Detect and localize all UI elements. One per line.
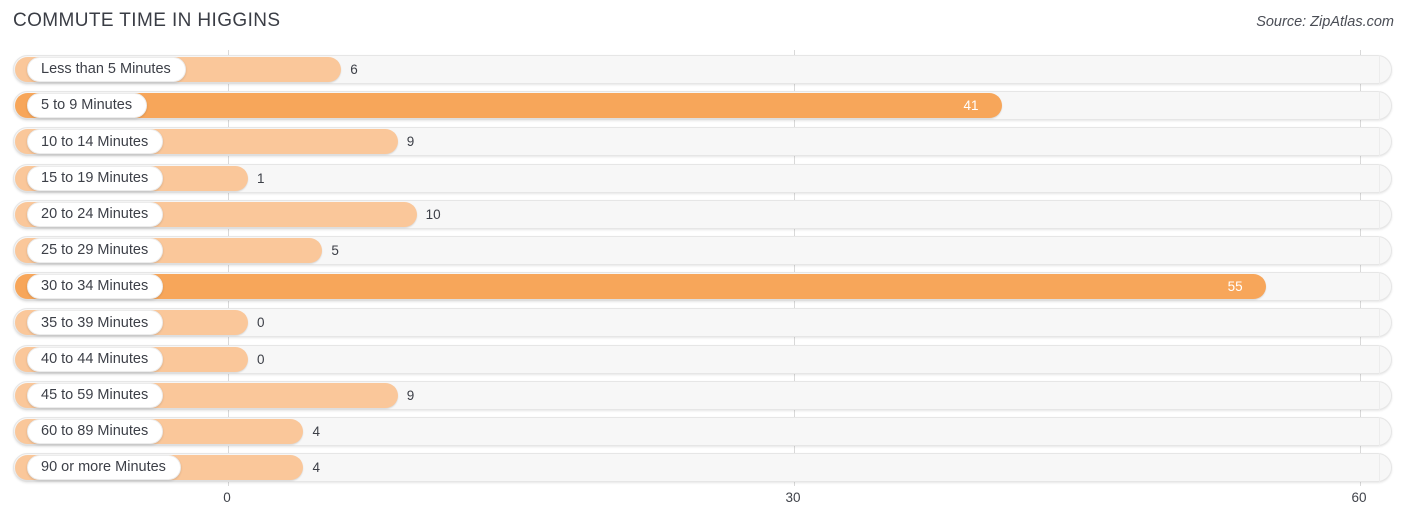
bar-category-label-text: 20 to 24 Minutes [41, 206, 149, 223]
x-axis-tick-label: 60 [1351, 490, 1367, 505]
page-title: COMMUTE TIME IN HIGGINS [13, 10, 281, 31]
bar-value-label: 9 [406, 387, 415, 403]
bar-row[interactable]: 20 to 24 Minutes 10 [13, 199, 1392, 229]
bar-row[interactable]: 30 to 34 Minutes 55 [13, 272, 1392, 302]
x-axis-tick-label: 30 [785, 490, 801, 505]
bar-category-label-text: 10 to 14 Minutes [41, 133, 149, 150]
bar-category-label: 45 to 59 Minutes [27, 382, 164, 408]
bar-value-label: 9 [406, 134, 415, 150]
bar-value-label: 4 [312, 424, 320, 439]
bar-value-label: 5 [331, 243, 339, 258]
bar-value-label: 1 [257, 170, 265, 186]
bar-row[interactable]: 35 to 39 Minutes 0 [13, 308, 1392, 338]
bar-category-label-text: 35 to 39 Minutes [41, 314, 149, 331]
bar-category-label-text: 90 or more Minutes [41, 459, 166, 476]
bar-category-label: 40 to 44 Minutes [27, 346, 164, 372]
bar-category-label-text: 25 to 29 Minutes [41, 242, 149, 259]
track-end-cap [1379, 199, 1392, 229]
bar-category-label: 10 to 14 Minutes [27, 129, 164, 155]
track-end-cap [1379, 55, 1392, 84]
track-end-cap [1379, 127, 1392, 157]
track-end-cap [1379, 308, 1392, 338]
track-end-cap [1379, 91, 1392, 121]
bar-value-label: 10 [425, 206, 441, 222]
bar-category-label: 25 to 29 Minutes [27, 238, 164, 263]
bar-value-label: 41 [963, 98, 979, 114]
track-end-cap [1379, 453, 1392, 483]
bar-category-label: 15 to 19 Minutes [27, 165, 164, 191]
track-end-cap [1379, 417, 1392, 446]
bar-category-label-text: 30 to 34 Minutes [41, 278, 149, 295]
bar-row[interactable]: 10 to 14 Minutes 9 [13, 127, 1392, 157]
x-axis-tick-label: 0 [223, 490, 231, 505]
bar-category-label-text: 15 to 19 Minutes [41, 169, 149, 186]
chart-plot-area: Less than 5 Minutes 6 5 to 9 Minutes 41 10 t… [0, 50, 1406, 486]
bar-category-label-text: Less than 5 Minutes [41, 61, 171, 78]
bar-row[interactable]: 45 to 59 Minutes 9 [13, 380, 1392, 410]
bar-category-label: 90 or more Minutes [27, 455, 181, 481]
bar-category-label-text: 60 to 89 Minutes [41, 423, 149, 440]
bar-fill [15, 274, 1266, 300]
bar-value-label: 0 [257, 315, 265, 331]
bar-row[interactable]: Less than 5 Minutes 6 [13, 55, 1392, 84]
track-end-cap [1379, 163, 1392, 193]
x-axis: 0 30 60 [0, 486, 1406, 524]
bar-value-label: 55 [1227, 279, 1243, 295]
bar-value-label: 6 [350, 62, 358, 77]
bar-row[interactable]: 90 or more Minutes 4 [13, 453, 1392, 483]
track-end-cap [1379, 236, 1392, 265]
bar-category-label: 35 to 39 Minutes [27, 310, 164, 336]
bar-category-label-text: 40 to 44 Minutes [41, 350, 149, 367]
bar-category-label: 60 to 89 Minutes [27, 419, 164, 444]
bar-fill [15, 93, 1002, 119]
track-end-cap [1379, 344, 1392, 374]
source-attribution: Source: ZipAtlas.com [1256, 14, 1394, 30]
bar-row[interactable]: 15 to 19 Minutes 1 [13, 163, 1392, 193]
bar-row[interactable]: 40 to 44 Minutes 0 [13, 344, 1392, 374]
bar-category-label: 20 to 24 Minutes [27, 201, 164, 227]
bar-value-label: 0 [257, 351, 265, 367]
bar-category-label: 30 to 34 Minutes [27, 274, 164, 300]
bar-category-label: Less than 5 Minutes [27, 57, 186, 82]
track-end-cap [1379, 272, 1392, 302]
bar-row[interactable]: 5 to 9 Minutes 41 [13, 91, 1392, 121]
bar-category-label: 5 to 9 Minutes [27, 93, 148, 119]
bar-value-label: 4 [312, 460, 320, 476]
bar-row[interactable]: 25 to 29 Minutes 5 [13, 236, 1392, 265]
bar-category-label-text: 5 to 9 Minutes [41, 97, 133, 114]
track-end-cap [1379, 380, 1392, 410]
bar-row[interactable]: 60 to 89 Minutes 4 [13, 417, 1392, 446]
bar-category-label-text: 45 to 59 Minutes [41, 387, 149, 404]
